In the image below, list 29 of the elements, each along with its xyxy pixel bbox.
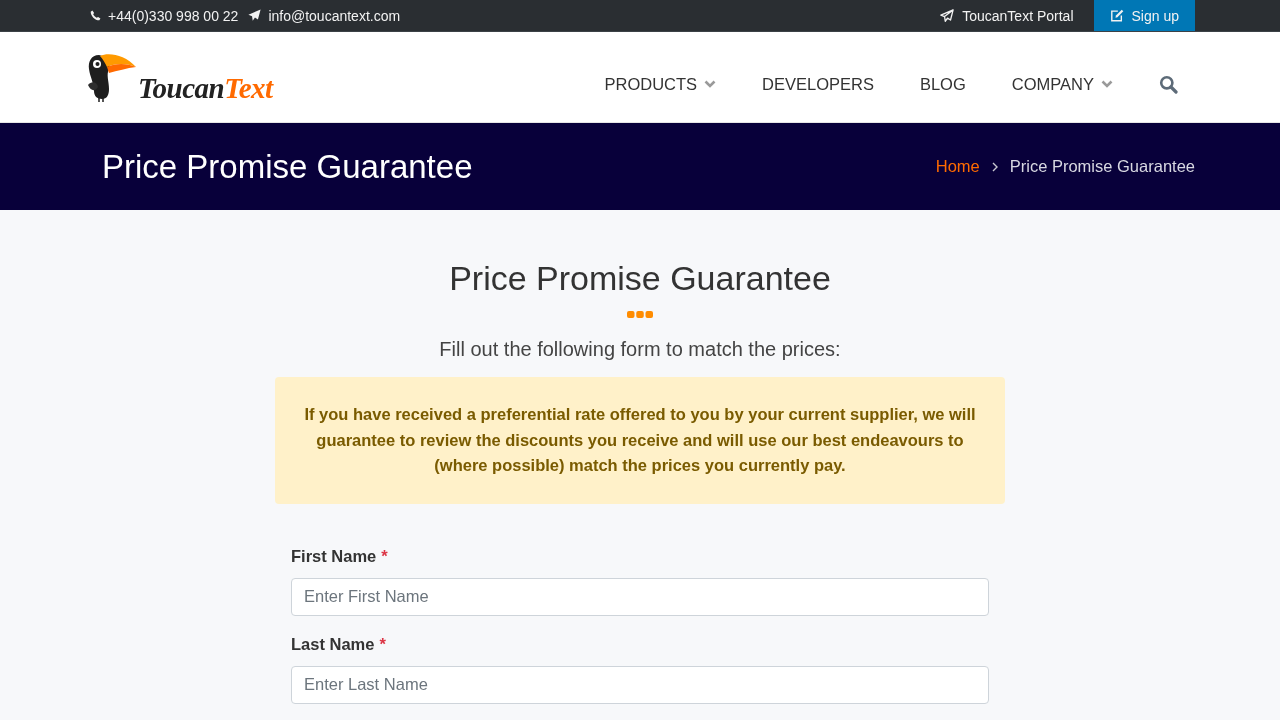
nav-link[interactable]: BLOG: [896, 74, 989, 94]
chevron-right-icon: [991, 161, 998, 172]
toucan-icon: [85, 51, 137, 103]
notice-box: If you have received a preferential rate offered to you by your current supplier, we will guarantee to review the discounts you receive and will use our best endeavours to (where possible) match the prices you currently pay.: [275, 377, 1005, 504]
section-subheading: Fill out the following form to match the prices:: [438, 337, 842, 361]
portal-link[interactable]: ToucanText Portal: [920, 7, 1094, 24]
breadcrumb-current: Price Promise Guarantee: [1009, 157, 1195, 176]
field-label: First Name: [291, 545, 377, 567]
required-mark: *: [381, 545, 388, 567]
breadcrumb-link[interactable]: Home: [935, 157, 980, 176]
edit-icon: [1109, 9, 1124, 22]
search-icon: [1159, 74, 1178, 94]
nav-link[interactable]: COMPANY: [988, 74, 1136, 94]
paper-plane-icon: [248, 9, 262, 22]
logo-link[interactable]: ToucanText: [85, 51, 273, 103]
section-heading: Price Promise Guarantee: [448, 258, 832, 298]
email-link[interactable]: info@toucantext.com: [248, 7, 401, 24]
paper-plane-icon: [940, 8, 955, 23]
phone-link[interactable]: +44(0)330 998 00 22: [90, 7, 239, 24]
signup-button[interactable]: Sign up: [1093, 0, 1195, 31]
field-label: Last Name: [291, 633, 375, 655]
required-mark: *: [379, 633, 386, 655]
text-input[interactable]: Enter First Name: [291, 577, 989, 616]
nav-link[interactable]: PRODUCTS: [581, 74, 740, 94]
dots-divider-icon: [627, 311, 653, 318]
nav-link[interactable]: DEVELOPERS: [739, 74, 897, 94]
page-title: Price Promise Guarantee: [102, 147, 473, 186]
phone-icon: [90, 10, 101, 21]
text-input[interactable]: Enter Last Name: [291, 665, 989, 704]
